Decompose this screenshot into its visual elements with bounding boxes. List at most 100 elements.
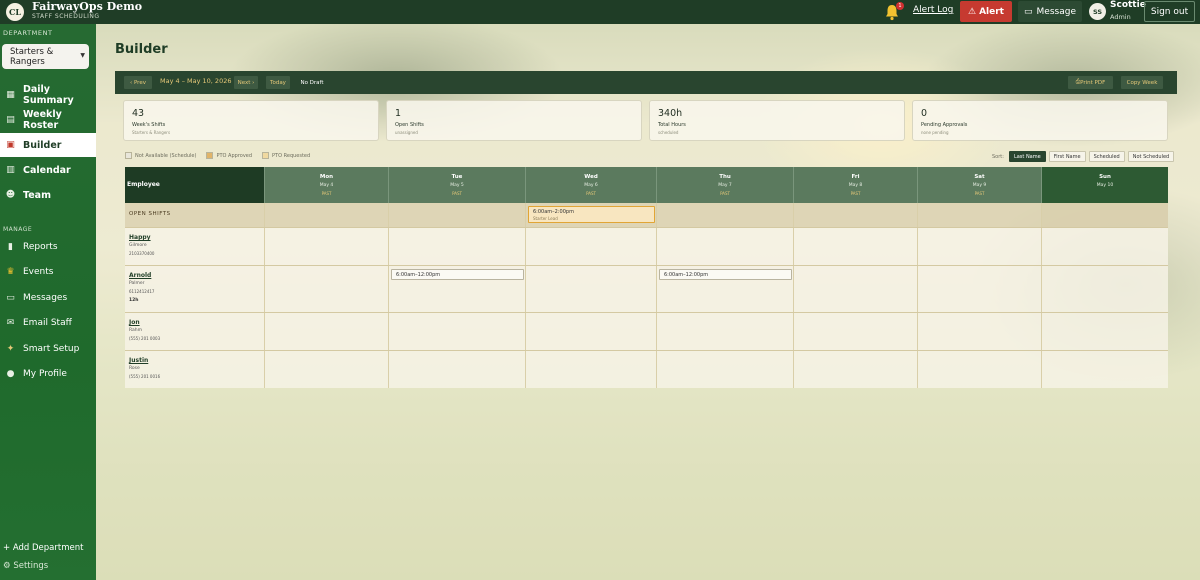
grid-cell[interactable] [389,228,526,265]
sidebar-item-my-profile[interactable]: ● My Profile [0,362,96,386]
chat-icon: ▭ [6,293,15,303]
stat-card: 1 Open Shifts unassigned [386,100,642,141]
prev-week-button[interactable]: ‹ Prev [124,76,152,89]
grid-cell[interactable] [389,351,526,388]
copy-week-button[interactable]: Copy Week [1121,76,1163,89]
employee-first-name[interactable]: Jon [129,319,140,326]
brand-title[interactable]: FairwayOps Demo [32,0,142,13]
employee-last-name: Gilmore [129,243,147,248]
grid-cell[interactable] [526,266,657,312]
alert-button[interactable]: ⚠ Alert [960,1,1012,22]
sort-scheduled-button[interactable]: Scheduled [1088,151,1125,162]
day-header-tue: Tue May 5 PAST [389,167,526,203]
employee-cell: Arnold Palmer 6112412417 12h [125,266,265,312]
employee-first-name[interactable]: Happy [129,234,151,241]
grid-cell[interactable] [918,313,1042,350]
day-name: Fri [851,174,860,180]
sidebar-item-team[interactable]: ☻ Team [0,183,96,207]
grid-cell[interactable] [657,351,794,388]
grid-cell[interactable] [794,351,918,388]
table-row: Justin Rose (555) 201 0016 [125,351,1168,388]
grid-cell[interactable] [794,203,918,227]
grid-cell[interactable] [389,203,526,227]
chevron-down-icon: ▼ [80,52,85,59]
no-draft-button[interactable]: No Draft [296,76,328,89]
sidebar-item-builder[interactable]: ▣ Builder [0,133,96,157]
schedule-grid: Employee Mon May 4 PAST Tue May 5 PAST W… [125,167,1168,388]
settings-label: Settings [13,561,49,571]
sidebar-item-calendar[interactable]: ▥ Calendar [0,158,96,182]
user-name: Scottie [1110,0,1146,10]
day-header-wed: Wed May 6 PAST [526,167,657,203]
sidebar-item-messages[interactable]: ▭ Messages [0,286,96,310]
sidebar-item-daily-summary[interactable]: ▦ Daily Summary [0,83,96,107]
calendar-31-icon: ▣ [6,140,15,150]
grid-cell[interactable] [526,351,657,388]
grid-cell[interactable] [389,313,526,350]
employee-hours: 12h [129,298,139,303]
employee-cell: Happy Gilmore 2103370400 [125,228,265,265]
grid-cell[interactable] [794,228,918,265]
alert-log-link[interactable]: Alert Log [913,5,953,15]
sidebar-item-smart-setup[interactable]: ✦ Smart Setup [0,337,96,361]
employee-last-name: Palmer [129,281,145,286]
shift-card[interactable]: 6:00am–12:00pm [659,269,792,280]
sidebar-item-weekly-roster[interactable]: ▤ Weekly Roster [0,108,96,132]
open-shifts-row: OPEN SHIFTS 6:00am–2:00pm Starter Lead [125,203,1168,228]
message-button[interactable]: ▭ Message [1018,1,1082,22]
grid-cell[interactable] [794,266,918,312]
sort-first-name-button[interactable]: First Name [1048,151,1086,162]
legend-item: Not Available (Schedule) [125,152,196,159]
grid-cell[interactable] [918,351,1042,388]
magic-icon: ✦ [6,344,15,354]
grid-cell[interactable] [265,228,389,265]
grid-cell[interactable] [1042,351,1168,388]
sidebar-item-events[interactable]: ♛ Events [0,260,96,284]
brand-logo[interactable]: CL [6,3,24,21]
grid-cell[interactable] [918,266,1042,312]
sidebar-item-label: Weekly Roster [23,109,62,131]
grid-cell[interactable] [526,228,657,265]
stat-sublabel: Starters & Rangers [132,130,171,135]
shift-card[interactable]: 6:00am–12:00pm [391,269,524,280]
grid-cell[interactable] [657,203,794,227]
stat-value: 1 [395,108,402,119]
grid-cell[interactable] [265,266,389,312]
settings-link[interactable]: ⚙ Settings [3,561,48,571]
grid-cell[interactable] [794,313,918,350]
sidebar-item-email-staff[interactable]: ✉ Email Staff [0,311,96,335]
grid-cell[interactable] [657,313,794,350]
day-date: May 7 [718,183,732,188]
employee-first-name[interactable]: Arnold [129,272,151,279]
grid-cell[interactable] [265,313,389,350]
grid-cell[interactable] [657,228,794,265]
grid-cell[interactable] [265,203,389,227]
grid-cell[interactable] [918,203,1042,227]
open-shift-card[interactable]: 6:00am–2:00pm Starter Lead [528,206,655,223]
grid-cell[interactable] [526,313,657,350]
grid-cell[interactable] [265,351,389,388]
employee-cell: Jon Rahm (555) 201 0003 [125,313,265,350]
table-row: Arnold Palmer 6112412417 12h 6:00am–12:0… [125,266,1168,313]
today-button[interactable]: Today [266,76,290,89]
print-pdf-button[interactable]: ⎙ Print PDF [1068,76,1113,89]
sort-not-scheduled-button[interactable]: Not Scheduled [1127,151,1175,162]
stat-value: 43 [132,108,145,119]
grid-cell[interactable] [1042,313,1168,350]
sort-last-name-button[interactable]: Last Name [1008,151,1046,162]
sidebar-item-label: My Profile [23,369,67,379]
grid-cell[interactable] [1042,266,1168,312]
grid-cell[interactable] [1042,228,1168,265]
sidebar-item-reports[interactable]: ▮ Reports [0,235,96,259]
sign-out-button[interactable]: Sign out [1144,1,1195,22]
department-select[interactable]: Starters & Rangers ▼ [2,44,89,69]
brand-subtitle: STAFF SCHEDULING [32,13,100,20]
grid-cell[interactable] [918,228,1042,265]
grid-cell[interactable] [1042,203,1168,227]
sidebar-item-label: Email Staff [23,318,72,328]
avatar[interactable]: SS [1089,3,1106,20]
next-week-button[interactable]: Next › [234,76,258,89]
employee-first-name[interactable]: Justin [129,357,148,364]
add-department-button[interactable]: + Add Department [3,543,83,553]
stat-card: 340h Total Hours scheduled [649,100,905,141]
